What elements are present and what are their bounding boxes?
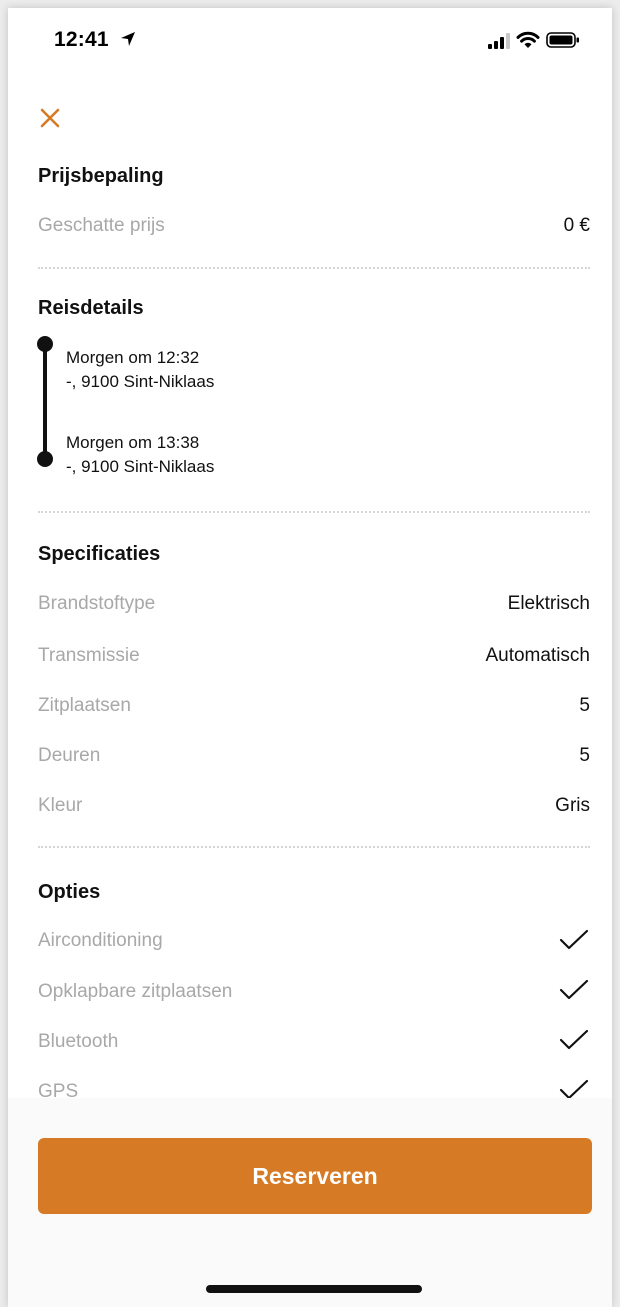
divider bbox=[38, 267, 590, 269]
reserve-button[interactable]: Reserveren bbox=[38, 1138, 592, 1214]
spec-value-color: Gris bbox=[555, 795, 590, 816]
location-arrow-icon bbox=[121, 32, 135, 46]
battery-icon bbox=[546, 32, 579, 48]
route-end-address: -, 9100 Sint-Niklaas bbox=[66, 457, 215, 476]
route-end-time: Morgen om 13:38 bbox=[66, 433, 200, 452]
spec-value-seats: 5 bbox=[579, 695, 590, 716]
signal-icon bbox=[488, 33, 510, 49]
route-start-dot bbox=[37, 336, 53, 352]
route-end-dot bbox=[37, 451, 53, 467]
divider bbox=[38, 511, 590, 513]
spec-label-transmission: Transmissie bbox=[38, 645, 140, 666]
status-bar: 12:41 bbox=[8, 8, 612, 68]
close-icon[interactable] bbox=[36, 104, 64, 132]
section-title-trip: Reisdetails bbox=[38, 297, 144, 319]
divider bbox=[38, 846, 590, 848]
spec-label-fuel: Brandstoftype bbox=[38, 593, 156, 614]
route-start-time: Morgen om 12:32 bbox=[66, 348, 200, 367]
spec-label-doors: Deuren bbox=[38, 745, 101, 766]
status-time: 12:41 bbox=[54, 28, 109, 51]
spec-label-seats: Zitplaatsen bbox=[38, 695, 131, 716]
section-title-price: Prijsbepaling bbox=[38, 165, 164, 187]
option-label-airco: Airconditioning bbox=[38, 930, 163, 951]
section-title-options: Opties bbox=[38, 881, 101, 903]
route-start-address: -, 9100 Sint-Niklaas bbox=[66, 372, 215, 391]
check-icon bbox=[559, 1029, 589, 1050]
home-indicator[interactable] bbox=[206, 1285, 422, 1293]
section-title-specs: Specificaties bbox=[38, 543, 161, 565]
check-icon bbox=[559, 979, 589, 1000]
option-label-folding-seats: Opklapbare zitplaatsen bbox=[38, 981, 233, 1002]
wifi-icon bbox=[516, 31, 540, 48]
estimated-price-value: 0 € bbox=[563, 215, 590, 236]
spec-value-doors: 5 bbox=[579, 745, 590, 766]
route-line bbox=[43, 346, 47, 462]
spec-value-fuel: Elektrisch bbox=[507, 593, 590, 614]
spec-label-color: Kleur bbox=[38, 795, 83, 816]
screen: 12:41 Prijsbepaling Geschatte prijs 0 € … bbox=[8, 8, 612, 1307]
estimated-price-label: Geschatte prijs bbox=[38, 215, 165, 236]
option-label-bluetooth: Bluetooth bbox=[38, 1031, 119, 1052]
check-icon bbox=[559, 929, 589, 950]
spec-value-transmission: Automatisch bbox=[485, 645, 590, 666]
